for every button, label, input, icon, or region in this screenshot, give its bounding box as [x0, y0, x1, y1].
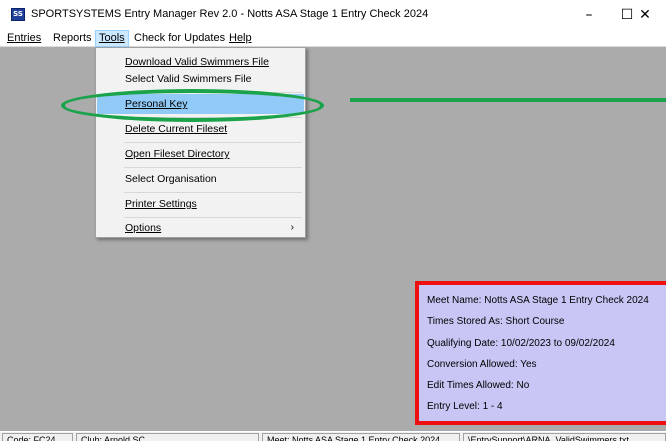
title-bar[interactable]: SS SPORTSYSTEMS Entry Manager Rev 2.0 - … [0, 0, 666, 30]
menu-item-personal-key[interactable]: Personal Key [97, 94, 304, 114]
menu-tools[interactable]: Tools [95, 30, 129, 47]
menu-check-for-updates[interactable]: Check for Updates [131, 31, 228, 46]
chevron-right-icon: › [290, 222, 294, 233]
menu-check-for-updates-label: Check for Updates [134, 32, 226, 44]
menu-separator [124, 117, 302, 118]
menu-item-label: Download Valid Swimmers File [125, 56, 269, 68]
status-meet: Meet: Notts ASA Stage 1 Entry Check 2024 [262, 433, 460, 441]
menu-separator [124, 142, 302, 143]
menu-item-label: Personal Key [125, 98, 188, 110]
close-button[interactable]: ✕ [624, 4, 666, 26]
menu-separator [124, 192, 302, 193]
status-bar: Code: FC24 Club: Arnold SC Meet: Notts A… [0, 431, 666, 441]
info-conversion-allowed: Conversion Allowed: Yes [427, 358, 537, 370]
menu-separator [124, 92, 302, 93]
menu-help-label: Help [229, 32, 252, 44]
menu-reports[interactable]: Reports [50, 31, 95, 46]
info-times-stored: Times Stored As: Short Course [427, 316, 565, 328]
menu-item-label: Select Organisation [125, 173, 217, 185]
menu-item-select-valid-swimmers-file[interactable]: Select Valid Swimmers File [97, 69, 304, 89]
info-edit-times-allowed: Edit Times Allowed: No [427, 380, 530, 392]
meet-info-panel: Meet Name: Notts ASA Stage 1 Entry Check… [415, 281, 666, 425]
menu-entries[interactable]: Entries [4, 31, 44, 46]
info-qualifying-date: Qualifying Date: 10/02/2023 to 09/02/202… [427, 337, 615, 349]
pointer-line-annotation [350, 98, 666, 102]
menu-entries-label: Entries [7, 32, 42, 44]
menu-item-open-fileset-directory[interactable]: Open Fileset Directory [97, 144, 304, 164]
menu-tools-label: Tools [99, 32, 125, 44]
menu-item-label: Printer Settings [125, 198, 197, 210]
app-icon[interactable]: SS [11, 8, 25, 21]
menu-separator [124, 167, 302, 168]
menu-item-label: Delete Current Fileset [125, 123, 228, 135]
status-code: Code: FC24 [2, 433, 73, 441]
info-meet-name: Meet Name: Notts ASA Stage 1 Entry Check… [427, 295, 649, 306]
menu-bar: Entries Reports Tools Check for Updates … [0, 30, 666, 47]
tools-dropdown-menu: Download Valid Swimmers File Select Vali… [95, 47, 306, 238]
menu-item-delete-current-fileset[interactable]: Delete Current Fileset [97, 119, 304, 139]
window-title: SPORTSYSTEMS Entry Manager Rev 2.0 - Not… [31, 8, 429, 20]
menu-item-label: Open Fileset Directory [125, 148, 230, 160]
menu-item-options[interactable]: Options › [97, 218, 304, 238]
menu-item-select-organisation[interactable]: Select Organisation [97, 169, 304, 189]
status-club: Club: Arnold SC [76, 433, 259, 441]
info-entry-level: Entry Level: 1 - 4 [427, 401, 503, 413]
menu-item-printer-settings[interactable]: Printer Settings [97, 194, 304, 214]
menu-item-label: Select Valid Swimmers File [125, 73, 252, 85]
app-window: SS SPORTSYSTEMS Entry Manager Rev 2.0 - … [0, 0, 666, 441]
menu-reports-label: Reports [53, 32, 92, 44]
status-file-path: \EntrySupport\ARNA_ValidSwimmers.txt [463, 433, 666, 441]
menu-help[interactable]: Help [226, 31, 255, 46]
menu-item-label: Options [125, 222, 162, 234]
